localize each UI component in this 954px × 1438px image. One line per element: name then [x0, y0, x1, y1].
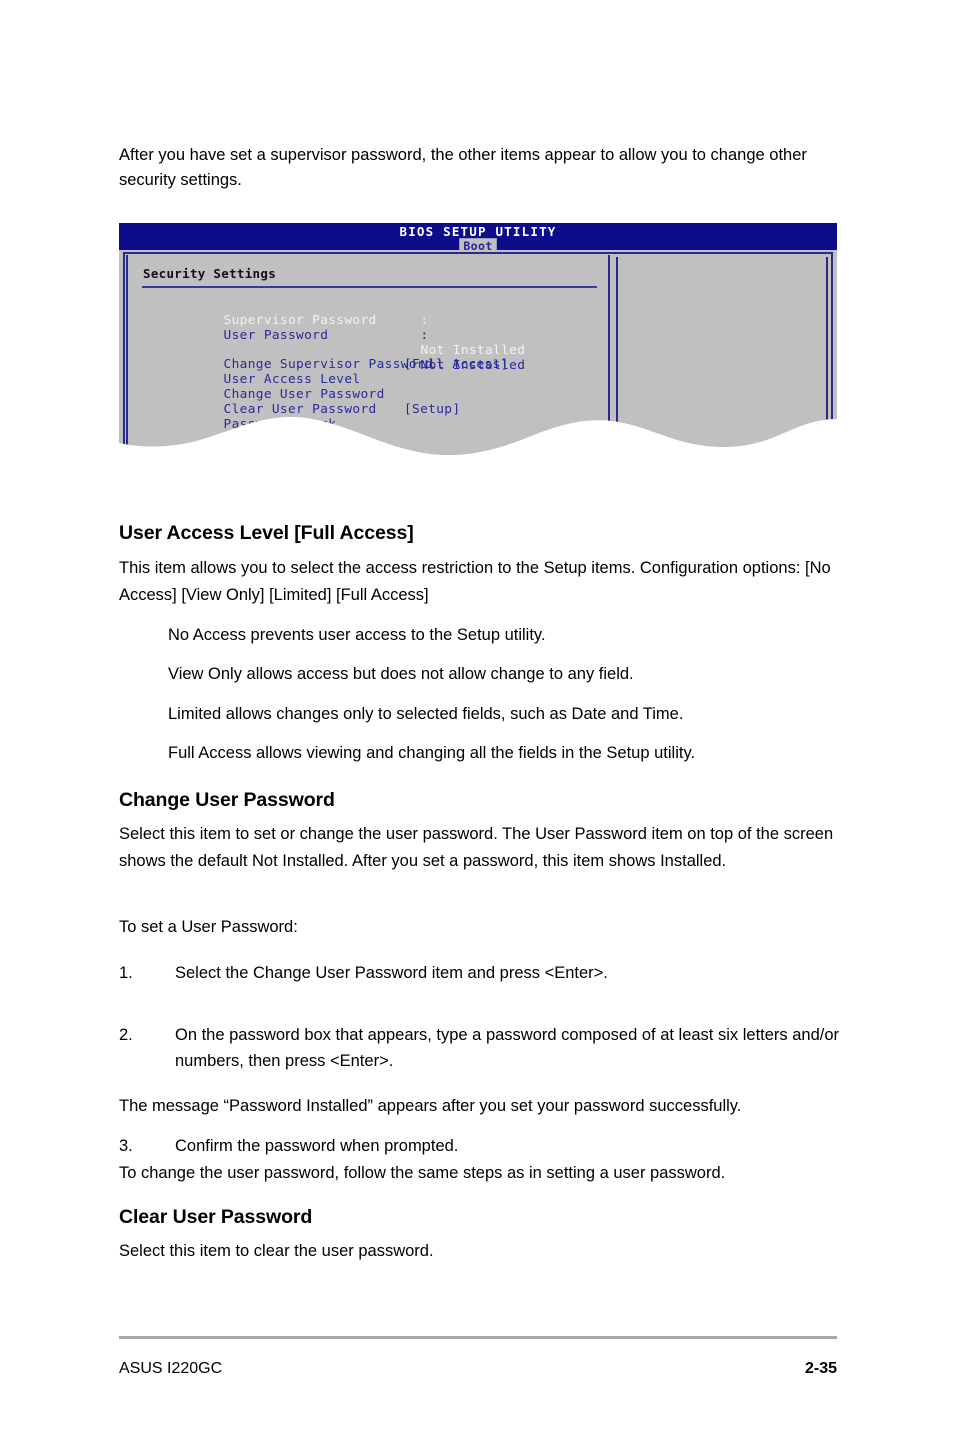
section-heading: User Access Level [Full Access] [119, 522, 414, 544]
status-label: User Password [223, 328, 329, 343]
footer-divider [119, 1336, 837, 1339]
change-password-note: To change the user password, follow the … [119, 1160, 845, 1187]
menu-item-label: Password Check [223, 417, 337, 432]
section-heading: Change User Password [119, 789, 335, 811]
bullet-view-only: View Only allows access but does not all… [168, 661, 848, 688]
status-separator: : [420, 328, 429, 343]
section-change-user-password-body: Select this item to set or change the us… [119, 821, 845, 874]
paragraph: The message “Password Installed” appears… [119, 1097, 742, 1115]
step-number: 2. [119, 1025, 133, 1044]
menu-item-value-user-access-level[interactable]: [Full Access] [404, 357, 509, 372]
section-heading: Clear User Password [119, 1206, 313, 1228]
bios-window: BIOS SETUP UTILITY Boot Security Setting… [119, 223, 837, 461]
paragraph: Select this item to set or change the us… [119, 825, 834, 870]
section-clear-user-password: Clear User Password [119, 1205, 845, 1229]
paragraph: Select this item to clear the user passw… [119, 1242, 434, 1260]
bullet-text: No Access prevents user access to the Se… [168, 626, 546, 644]
bullet-no-access: No Access prevents user access to the Se… [168, 622, 848, 649]
panel-heading-rule [142, 286, 597, 288]
bios-right-edge-border [826, 257, 828, 461]
password-installed-note: The message “Password Installed” appears… [119, 1093, 845, 1120]
bios-setup-screenshot: BIOS SETUP UTILITY Boot Security Setting… [119, 223, 837, 461]
manual-page: After you have set a supervisor password… [0, 0, 954, 1438]
paragraph: To set a User Password: [119, 918, 298, 936]
paragraph: This item allows you to select the acces… [119, 559, 831, 604]
bios-menu-item-password-check[interactable]: Password Check [143, 402, 336, 447]
step-3: 3. Confirm the password when prompted. [119, 1133, 845, 1160]
bullet-text: View Only allows access but does not all… [168, 665, 634, 683]
step-text: Select the Change User Password item and… [175, 964, 608, 982]
bullet-limited: Limited allows changes only to selected … [168, 701, 848, 728]
step-text: On the password box that appears, type a… [175, 1025, 840, 1071]
section-clear-user-password-body: Select this item to clear the user passw… [119, 1238, 845, 1265]
section-user-access-level: User Access Level [Full Access] [119, 521, 845, 545]
step-2: 2. On the password box that appears, typ… [119, 1022, 845, 1075]
step-text: Confirm the password when prompted. [175, 1136, 459, 1155]
intro-paragraph: After you have set a supervisor password… [119, 146, 807, 189]
bullet-text: Limited allows changes only to selected … [168, 705, 684, 723]
footer-page-number: 2-35 [804, 1360, 837, 1377]
paragraph: To change the user password, follow the … [119, 1164, 726, 1182]
step-number: 3. [119, 1136, 133, 1155]
section-change-user-password: Change User Password [119, 788, 845, 812]
step-1: 1. Select the Change User Password item … [119, 960, 845, 987]
bullet-full-access: Full Access allows viewing and changing … [168, 740, 848, 767]
bios-body: Security Settings Supervisor Password : … [119, 250, 837, 461]
to-set-user-password-lead: To set a User Password: [119, 914, 845, 941]
panel-heading: Security Settings [143, 266, 277, 281]
step-number: 1. [119, 964, 133, 982]
bullet-text: Full Access allows viewing and changing … [168, 744, 696, 762]
footer-product-name: ASUS I220GC [119, 1360, 223, 1377]
section-user-access-level-body: This item allows you to select the acces… [119, 555, 845, 608]
bios-help-pane-border [616, 257, 618, 461]
menu-item-value-password-check[interactable]: [Setup] [404, 402, 460, 417]
bios-pane-divider [608, 255, 610, 461]
